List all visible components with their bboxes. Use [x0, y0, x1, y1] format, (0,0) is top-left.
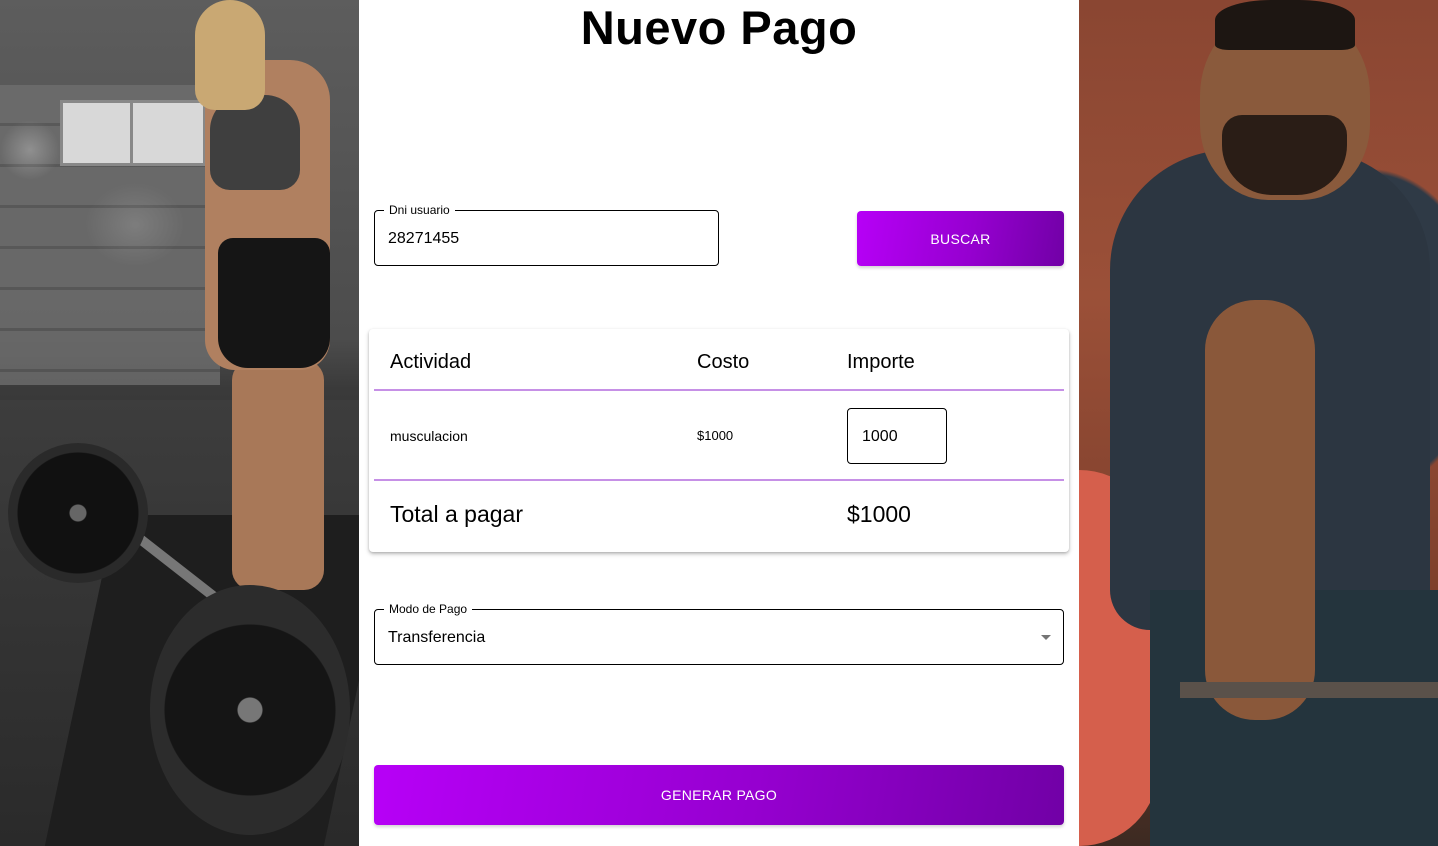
photo-plate [150, 585, 350, 835]
dni-field-value: 28271455 [388, 230, 460, 247]
payment-mode-value: Transferencia [388, 629, 486, 646]
table-divider [374, 479, 1064, 481]
generate-payment-button[interactable]: GENERAR PAGO [374, 765, 1064, 825]
photo-plate [8, 443, 148, 583]
photo-window [130, 100, 206, 166]
column-header-actividad: Actividad [390, 351, 472, 373]
photo-athlete-beard [1222, 115, 1347, 195]
photo-barbell [1180, 682, 1438, 698]
photo-athlete-shorts [218, 238, 330, 368]
row-costo: $1000 [697, 428, 734, 443]
page-title: Nuevo Pago [580, 1, 858, 54]
photo-athlete-hair [195, 0, 265, 110]
column-header-importe: Importe [847, 351, 915, 373]
column-header-costo: Costo [697, 351, 750, 373]
photo-athlete-legs [232, 360, 324, 590]
payment-mode-label: Modo de Pago [384, 602, 473, 616]
row-actividad: musculacion [390, 428, 468, 444]
payment-mode-select[interactable]: Modo de Pago Transferencia [374, 602, 1064, 665]
chevron-down-icon[interactable] [1041, 635, 1051, 640]
dni-field-label: Dni usuario [384, 203, 455, 217]
search-button[interactable]: BUSCAR [857, 211, 1064, 266]
importe-input[interactable]: 1000 [847, 408, 947, 464]
photo-window [60, 100, 136, 166]
table-divider [374, 389, 1064, 391]
dni-field[interactable]: Dni usuario 28271455 [374, 203, 719, 266]
left-gym-photo [0, 0, 359, 846]
total-label: Total a pagar [390, 501, 523, 527]
importe-input-value: 1000 [862, 428, 898, 445]
activity-table-card: Actividad Costo Importe musculacion $100… [369, 329, 1069, 552]
photo-athlete-arm [1205, 300, 1315, 720]
photo-athlete-hair [1215, 0, 1355, 50]
payment-form-panel: Nuevo Pago Dni usuario 28271455 BUSCAR A… [359, 0, 1079, 846]
total-value: $1000 [847, 501, 911, 527]
